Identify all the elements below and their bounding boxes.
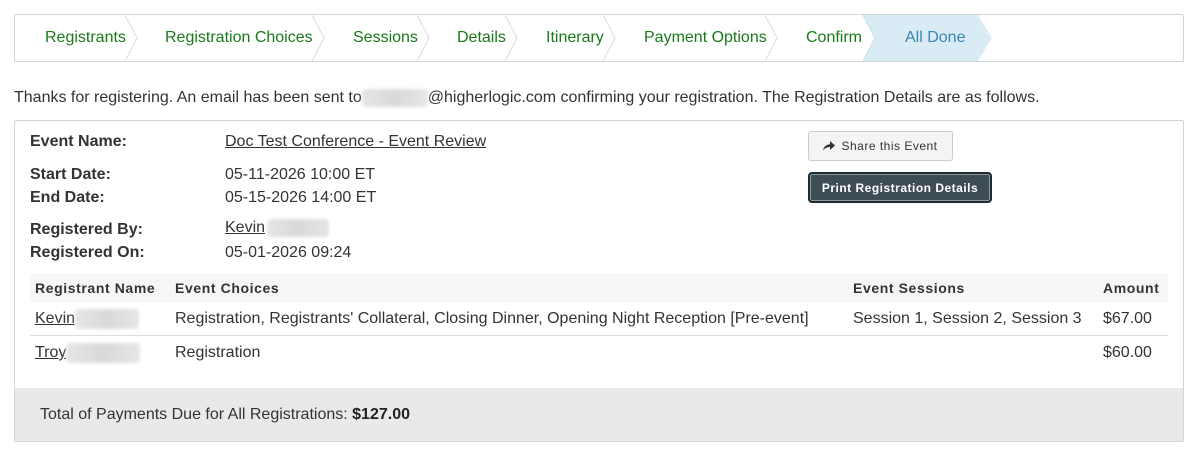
start-date-value: 05-11-2026 10:00 ET (225, 166, 376, 183)
registered-by-link[interactable]: Kevin (225, 219, 330, 237)
step-registration-choices[interactable]: Registration Choices (137, 15, 325, 61)
registered-by-label: Registered By: (30, 221, 143, 238)
registered-on-label: Registered On: (30, 244, 145, 261)
registrant-first-name: Troy (35, 344, 67, 361)
event-name-label: Event Name: (30, 133, 127, 150)
step-label: Payment Options (644, 29, 767, 46)
event-sessions-cell: Session 1, Session 2, Session 3 (853, 310, 1082, 327)
table-header: Registrant Name Event Choices Event Sess… (30, 274, 1168, 302)
share-event-label: Share this Event (841, 139, 938, 153)
print-registration-details-button[interactable]: Print Registration Details (808, 172, 992, 203)
registrant-name-cell: Troy (35, 336, 141, 370)
step-payment-options[interactable]: Payment Options (615, 15, 778, 61)
step-active-left-notch (863, 15, 875, 61)
registration-steps-nav: Registrants Registration Choices Session… (14, 14, 1184, 62)
col-header-amount: Amount (1103, 280, 1160, 296)
print-button-label: Print Registration Details (821, 180, 979, 195)
col-header-event-sessions: Event Sessions (853, 280, 965, 296)
step-all-done[interactable]: All Done (863, 15, 992, 61)
confirmation-message: Thanks for registering. An email has bee… (14, 88, 1040, 108)
redacted-last-name (267, 219, 330, 237)
payments-total-footer: Total of Payments Due for All Registrati… (15, 388, 1183, 441)
registration-details-panel: Event Name: Doc Test Conference - Event … (14, 120, 1184, 442)
event-choices-cell: Registration (175, 344, 261, 361)
end-date-value: 05-15-2026 14:00 ET (225, 189, 377, 206)
col-header-event-choices: Event Choices (175, 280, 280, 296)
step-label: Details (457, 29, 506, 46)
registrant-name-cell: Kevin (35, 302, 140, 336)
table-row: Troy Registration $60.00 (30, 336, 1168, 370)
step-active-arrow (978, 15, 992, 61)
step-itinerary[interactable]: Itinerary (517, 15, 616, 61)
confirmation-text-start: Thanks for registering. An email has bee… (14, 89, 362, 106)
step-label: Registration Choices (165, 29, 313, 46)
total-payments-label: Total of Payments Due for All Registrati… (40, 406, 348, 423)
step-label: All Done (905, 29, 966, 46)
event-name-value: Doc Test Conference - Event Review (225, 133, 486, 151)
amount-cell: $60.00 (1103, 344, 1152, 361)
registered-on-value: 05-01-2026 09:24 (225, 244, 352, 261)
registrant-first-name: Kevin (35, 310, 76, 327)
registered-by-first-name: Kevin (225, 219, 266, 237)
end-date-label: End Date: (30, 189, 105, 206)
registered-by-value: Kevin (225, 219, 330, 237)
redacted-last-name (66, 342, 141, 363)
step-label: Registrants (45, 29, 126, 46)
event-name-link[interactable]: Doc Test Conference - Event Review (225, 133, 486, 150)
share-arrow-icon (823, 141, 836, 151)
start-date-label: Start Date: (30, 166, 111, 183)
redacted-last-name (75, 308, 140, 329)
step-label: Sessions (353, 29, 418, 46)
share-event-button[interactable]: Share this Event (808, 131, 953, 161)
step-confirm[interactable]: Confirm (777, 15, 875, 61)
amount-cell: $67.00 (1103, 310, 1152, 327)
step-label: Itinerary (546, 29, 604, 46)
step-details[interactable]: Details (429, 15, 518, 61)
registrants-table: Registrant Name Event Choices Event Sess… (30, 274, 1168, 370)
table-row: Kevin Registration, Registrants' Collate… (30, 302, 1168, 336)
total-payments-value: $127.00 (352, 406, 410, 423)
event-choices-cell: Registration, Registrants' Collateral, C… (175, 310, 809, 327)
redacted-email-user (361, 88, 428, 107)
step-registrants[interactable]: Registrants (15, 15, 138, 61)
email-domain: @higherlogic.com (427, 89, 557, 106)
col-header-registrant-name: Registrant Name (35, 280, 156, 296)
confirmation-text-end: confirming your registration. The Regist… (556, 89, 1040, 106)
step-sessions[interactable]: Sessions (324, 15, 430, 61)
registrant-name-link[interactable]: Kevin (35, 308, 140, 329)
step-label: Confirm (806, 29, 863, 46)
registrant-name-link[interactable]: Troy (35, 342, 141, 363)
